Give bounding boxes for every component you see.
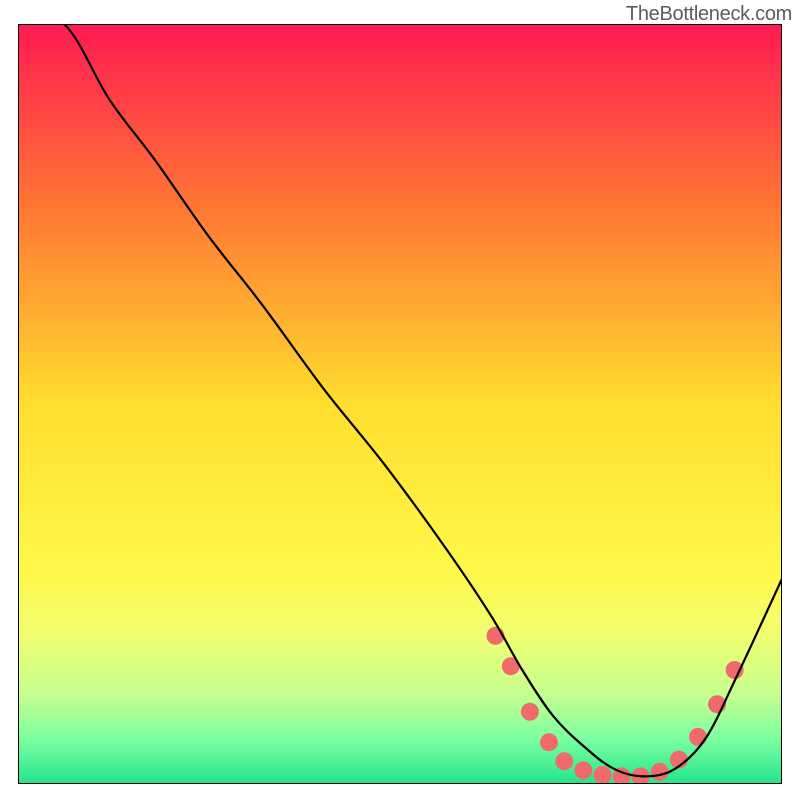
gradient-background xyxy=(18,24,782,784)
data-dot xyxy=(521,703,539,721)
data-dot xyxy=(651,763,669,781)
chart-stage: TheBottleneck.com xyxy=(0,0,800,800)
data-dot xyxy=(555,752,573,770)
plot-area xyxy=(18,24,782,784)
data-dot xyxy=(593,766,611,784)
watermark-text: TheBottleneck.com xyxy=(626,3,792,26)
data-dot xyxy=(689,728,707,746)
data-dot xyxy=(574,761,592,779)
data-dot xyxy=(540,733,558,751)
chart-svg xyxy=(18,24,782,784)
